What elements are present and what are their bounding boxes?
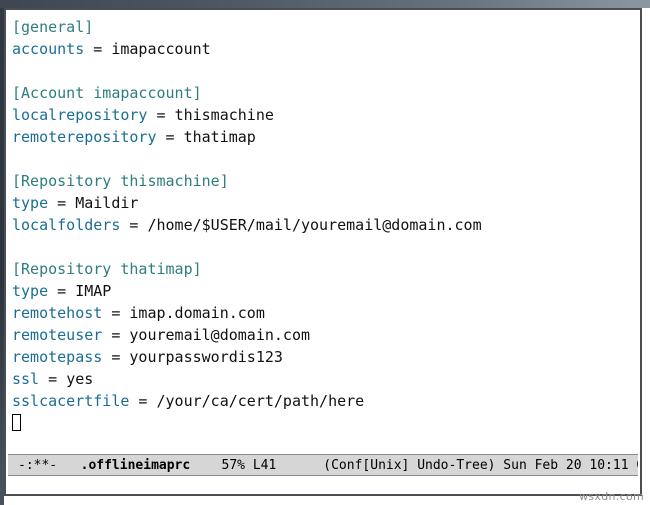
config-option-line: remoteuser = youremail@domain.com bbox=[12, 324, 640, 346]
config-section-header: [Repository thatimap] bbox=[12, 258, 640, 280]
window-titlebar-strip bbox=[0, 0, 650, 8]
mode-line-clock: Sun Feb 20 10:11 bbox=[503, 458, 629, 473]
mode-line-gap-3 bbox=[245, 458, 253, 473]
option-key: type bbox=[12, 282, 49, 300]
option-key: remotepass bbox=[12, 348, 103, 366]
section-name: [Repository thatimap] bbox=[12, 260, 202, 278]
mode-line-major-mode: (Conf[Unix] Undo-Tree) bbox=[323, 458, 496, 473]
option-value: /your/ca/cert/path/here bbox=[156, 392, 365, 410]
option-value: youremail@domain.com bbox=[129, 326, 311, 344]
config-option-line: type = IMAP bbox=[12, 280, 640, 302]
option-key: localfolders bbox=[12, 216, 121, 234]
emacs-frame: [general] accounts = imapaccount [Account… bbox=[4, 8, 642, 496]
option-value: thismachine bbox=[174, 106, 274, 124]
mode-line-load-average: 0.3 bbox=[636, 458, 638, 473]
mode-line-gap-1 bbox=[57, 458, 80, 473]
mode-line-gap-2 bbox=[190, 458, 221, 473]
option-key: remoterepository bbox=[12, 128, 157, 146]
section-name: [Account imapaccount] bbox=[12, 84, 202, 102]
option-value: imap.domain.com bbox=[129, 304, 265, 322]
config-option-line: accounts = imapaccount bbox=[12, 38, 640, 60]
option-value: imapaccount bbox=[111, 40, 211, 58]
config-option-line: localrepository = thismachine bbox=[12, 104, 640, 126]
cursor-line bbox=[12, 412, 640, 434]
config-option-line: ssl = yes bbox=[12, 368, 640, 390]
option-equals: = bbox=[48, 194, 76, 212]
option-equals: = bbox=[147, 106, 175, 124]
option-key: remoteuser bbox=[12, 326, 103, 344]
option-equals: = bbox=[120, 216, 148, 234]
option-value: thatimap bbox=[183, 128, 256, 146]
minibuffer-echo-area[interactable] bbox=[6, 478, 640, 494]
option-value: Maildir bbox=[75, 194, 139, 212]
option-key: ssl bbox=[12, 370, 40, 388]
mode-line-status-flags: -:**- bbox=[18, 458, 58, 473]
option-equals: = bbox=[102, 304, 130, 322]
mode-line-line-number: L41 bbox=[252, 458, 277, 473]
site-watermark: wsxdn.com bbox=[579, 490, 644, 503]
option-key: sslcacertfile bbox=[12, 392, 130, 410]
section-name: [Repository thismachine] bbox=[12, 172, 229, 190]
option-key: type bbox=[12, 194, 49, 212]
mode-line-buffer-name: .offlineimaprc bbox=[80, 458, 191, 473]
mode-line: -:**- .offlineimaprc 57% L41 (Conf[Unix]… bbox=[8, 454, 638, 476]
option-equals: = bbox=[129, 392, 157, 410]
config-option-line: sslcacertfile = /your/ca/cert/path/here bbox=[12, 390, 640, 412]
option-value: IMAP bbox=[75, 282, 112, 300]
mode-line-gap-4 bbox=[276, 458, 323, 473]
desktop-background: [general] accounts = imapaccount [Account… bbox=[0, 0, 650, 505]
option-value: yes bbox=[66, 370, 94, 388]
option-equals: = bbox=[48, 282, 76, 300]
option-key: accounts bbox=[12, 40, 85, 58]
config-option-line: localfolders = /home/$USER/mail/youremai… bbox=[12, 214, 640, 236]
option-key: remotehost bbox=[12, 304, 103, 322]
option-value: /home/$USER/mail/youremail@domain.com bbox=[147, 216, 482, 234]
config-option-line: type = Maildir bbox=[12, 192, 640, 214]
config-section-header: [Repository thismachine] bbox=[12, 170, 640, 192]
editor-text-area[interactable]: [general] accounts = imapaccount [Account… bbox=[6, 10, 640, 450]
option-equals: = bbox=[156, 128, 184, 146]
option-key: localrepository bbox=[12, 106, 148, 124]
config-section-header: [Account imapaccount] bbox=[12, 82, 640, 104]
option-equals: = bbox=[84, 40, 112, 58]
config-option-line: remoterepository = thatimap bbox=[12, 126, 640, 148]
text-cursor bbox=[12, 414, 21, 431]
option-equals: = bbox=[102, 326, 130, 344]
option-equals: = bbox=[39, 370, 67, 388]
config-option-line: remotehost = imap.domain.com bbox=[12, 302, 640, 324]
config-section-header: [general] bbox=[12, 16, 640, 38]
config-option-line: remotepass = yourpasswordis123 bbox=[12, 346, 640, 368]
option-value: yourpasswordis123 bbox=[129, 348, 283, 366]
section-name: [general] bbox=[12, 18, 94, 36]
option-equals: = bbox=[102, 348, 130, 366]
mode-line-scroll-percent: 57% bbox=[221, 458, 245, 473]
